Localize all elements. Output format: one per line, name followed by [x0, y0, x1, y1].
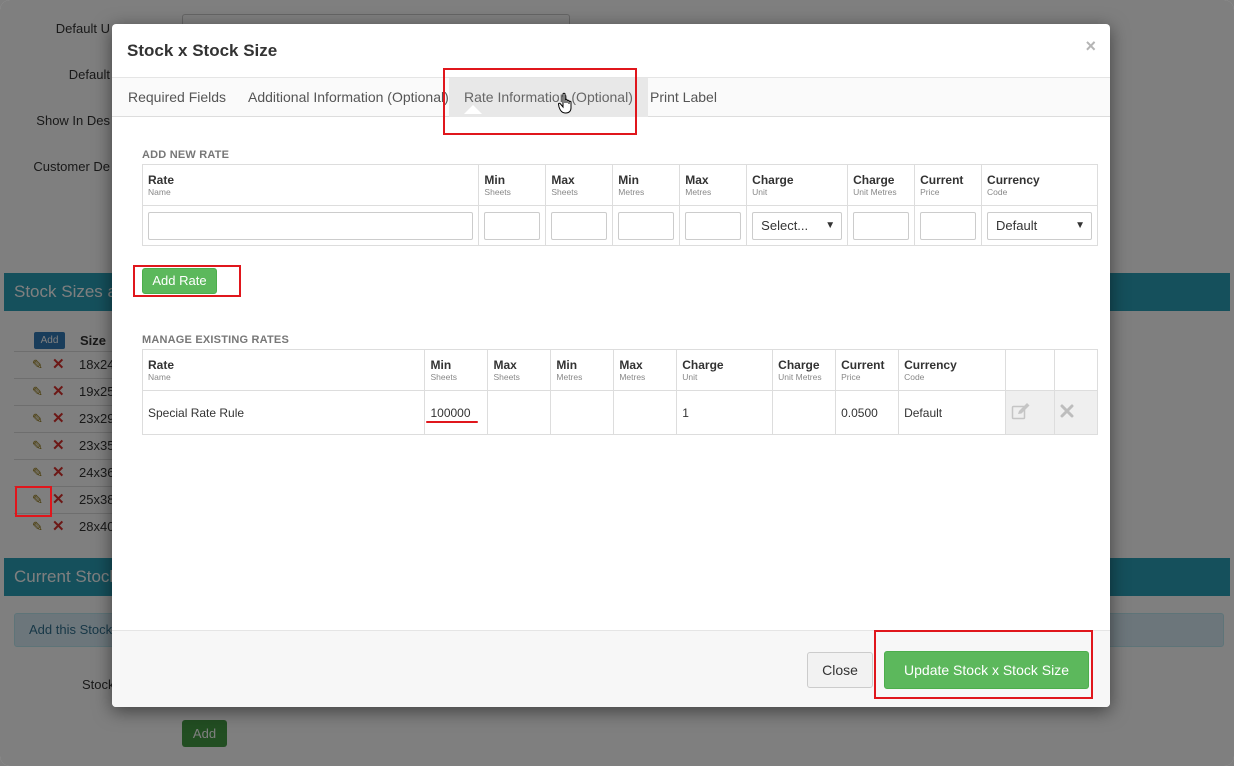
- col-charge-unit: Charge Unit: [746, 164, 849, 206]
- max-metres-cell: [613, 390, 678, 435]
- col-currency-code: Currency Code: [898, 349, 1006, 391]
- col-charge-unit: Charge Unit: [676, 349, 774, 391]
- currency-select-value: Default: [996, 217, 1038, 233]
- col-max-metres: Max Metres: [613, 349, 678, 391]
- hand-cursor-icon: [558, 92, 572, 114]
- close-button[interactable]: Close: [807, 652, 873, 688]
- current-price-cell: 0.0500: [835, 390, 900, 435]
- active-tab-caret: [464, 105, 482, 114]
- edit-rate-button[interactable]: [1005, 390, 1055, 435]
- col-current-price: Current Price: [914, 164, 983, 206]
- col-charge-unit-metres: Charge Unit Metres: [772, 349, 837, 391]
- add-rate-button[interactable]: Add Rate: [142, 268, 217, 294]
- chevron-down-icon: ▼: [825, 219, 836, 231]
- delete-rate-button[interactable]: [1053, 390, 1099, 435]
- close-icon[interactable]: ×: [1085, 36, 1096, 57]
- charge-unit-select[interactable]: Select... ▼: [752, 211, 843, 240]
- min-metres-input[interactable]: [618, 211, 675, 240]
- highlight-underline-min-sheets: [426, 421, 478, 423]
- add-rate-table: Rate Name Min Sheets Max Sheets Min Metres M…: [141, 164, 1098, 246]
- max-metres-input[interactable]: [685, 211, 742, 240]
- tab-print-label[interactable]: Print Label: [635, 78, 732, 117]
- col-current-price: Current Price: [835, 349, 900, 391]
- col-max-sheets: Max Sheets: [487, 349, 552, 391]
- min-metres-cell: [550, 390, 615, 435]
- edit-icon: [1011, 403, 1030, 420]
- modal-title: Stock x Stock Size: [127, 41, 278, 60]
- charge-unit-select-value: Select...: [761, 217, 809, 233]
- tab-additional-information[interactable]: Additional Information (Optional): [233, 78, 464, 117]
- manage-existing-rates-label: MANAGE EXISTING RATES: [142, 334, 290, 346]
- delete-icon: [1060, 404, 1074, 418]
- currency-code-select[interactable]: Default ▼: [987, 211, 1092, 240]
- charge-unit-metres-input[interactable]: [853, 211, 910, 240]
- col-max-sheets: Max Sheets: [545, 164, 614, 206]
- max-sheets-input[interactable]: [551, 211, 608, 240]
- max-sheets-cell: [487, 390, 552, 435]
- col-min-sheets: Min Sheets: [424, 349, 489, 391]
- modal-footer: Close Update Stock x Stock Size: [112, 630, 1110, 707]
- existing-rates-table: Rate Name Min Sheets Max Sheets Min Metres M…: [141, 349, 1099, 435]
- add-new-rate-label: ADD NEW RATE: [142, 149, 230, 161]
- rate-name-cell: Special Rate Rule: [141, 390, 426, 435]
- col-charge-unit-metres: Charge Unit Metres: [847, 164, 916, 206]
- col-rate-name: Rate Name: [141, 164, 480, 206]
- rate-name-input[interactable]: [148, 211, 474, 240]
- col-currency-code: Currency Code: [981, 164, 1098, 206]
- modal-tabs: Required Fields Additional Information (…: [112, 77, 1110, 117]
- current-price-input[interactable]: [920, 211, 977, 240]
- col-delete: [1053, 349, 1099, 391]
- col-max-metres: Max Metres: [679, 164, 748, 206]
- chevron-down-icon: ▼: [1075, 219, 1085, 231]
- charge-unit-cell: 1: [676, 390, 774, 435]
- update-stock-size-button[interactable]: Update Stock x Stock Size: [884, 651, 1089, 689]
- col-edit: [1005, 349, 1055, 391]
- table-row: Special Rate Rule 100000 1 0.0500 Defaul…: [141, 390, 1099, 435]
- col-min-metres: Min Metres: [612, 164, 681, 206]
- min-sheets-input[interactable]: [484, 211, 541, 240]
- currency-code-cell: Default: [898, 390, 1006, 435]
- charge-unit-metres-cell: [772, 390, 837, 435]
- stock-size-modal: Stock x Stock Size × Required Fields Add…: [112, 24, 1110, 707]
- tab-required-fields[interactable]: Required Fields: [113, 78, 241, 117]
- col-rate-name: Rate Name: [141, 349, 426, 391]
- col-min-sheets: Min Sheets: [478, 164, 547, 206]
- min-sheets-cell: 100000: [424, 390, 489, 435]
- col-min-metres: Min Metres: [550, 349, 615, 391]
